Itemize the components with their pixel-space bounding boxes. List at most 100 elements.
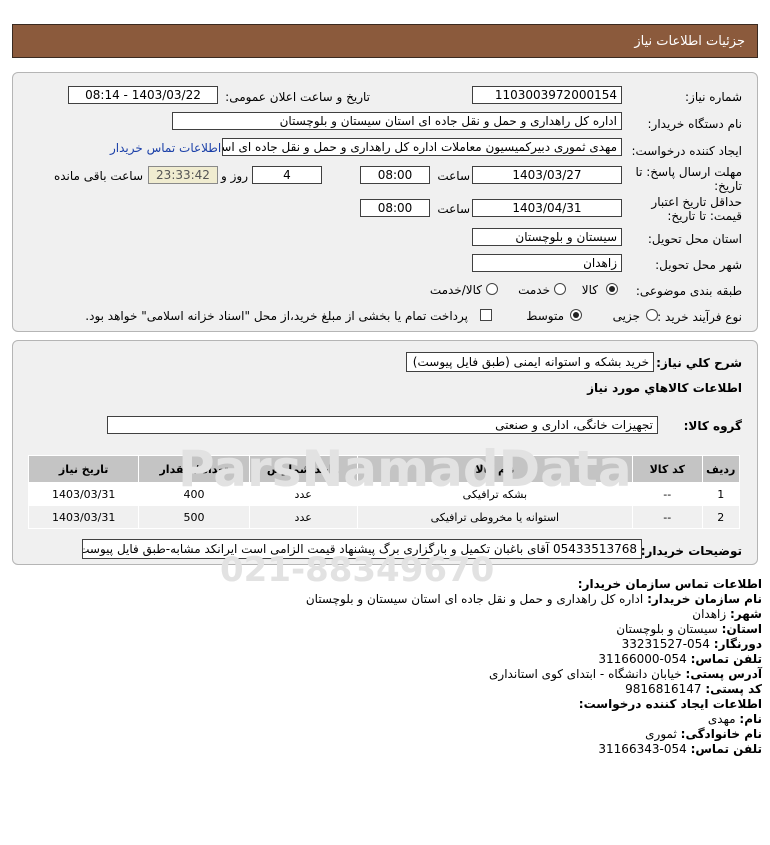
category-goods-radio[interactable] xyxy=(606,283,618,295)
deadline-date-field: 1403/03/27 xyxy=(472,166,622,184)
creator-phone-value: 054-31166343 xyxy=(598,742,687,756)
category-both-radio[interactable] xyxy=(486,283,498,295)
contact-fax: دورنگار: 054-33231527 xyxy=(622,637,762,652)
time-remaining-label: ساعت باقی مانده xyxy=(53,169,143,183)
contact-address-key: آدرس پستی: xyxy=(685,667,762,681)
process-medium-label: متوسط xyxy=(526,309,564,323)
cell-date: 1403/03/31 xyxy=(27,482,140,506)
col-code-header: کد کالا xyxy=(631,455,703,483)
contact-buyer-name-value: اداره کل راهداری و حمل و نقل جاده ای است… xyxy=(305,592,644,606)
contact-title: اطلاعات تماس سازمان خریدار: xyxy=(577,577,762,591)
validity-time-field: 08:00 xyxy=(360,199,430,217)
creator-last-name: نام خانوادگی: ثموری xyxy=(645,727,762,742)
table-row: 2 -- استوانه یا مخروطی ترافیکی عدد 500 1… xyxy=(27,505,741,529)
contact-address: آدرس پستی: خیابان دانشگاه - ابتدای کوی ا… xyxy=(489,667,762,682)
need-details-panel xyxy=(12,340,758,565)
cell-qty: 400 xyxy=(138,482,250,506)
col-row-header: ردیف xyxy=(701,455,741,483)
process-minor-label: جزیی xyxy=(612,309,640,323)
page-header: جزئیات اطلاعات نیاز xyxy=(12,24,758,58)
buyer-org-label: نام دستگاه خریدار: xyxy=(647,117,743,131)
contact-postal-value: 9816816147 xyxy=(625,682,702,696)
contact-postal: کد پستی: 9816816147 xyxy=(625,682,762,697)
cell-qty: 500 xyxy=(138,505,250,529)
col-unit-header: واحد شمارش xyxy=(248,455,358,483)
contact-city-value: زاهدان xyxy=(692,607,727,621)
col-qty-header: تعداد / مقدار xyxy=(138,455,250,483)
category-service-radio[interactable] xyxy=(554,283,566,295)
creator-phone-key: تلفن تماس: xyxy=(690,742,762,756)
validity-time-label: ساعت xyxy=(437,202,470,216)
cell-code: -- xyxy=(631,505,703,529)
contact-fax-key: دورنگار: xyxy=(713,637,762,651)
buyer-contact-link[interactable]: اطلاعات تماس خریدار xyxy=(110,141,221,155)
contact-phone-key: تلفن تماس: xyxy=(690,652,762,666)
creator-first-name-key: نام: xyxy=(739,712,762,726)
treasury-note: پرداخت تمام یا بخشی از مبلغ خرید،از محل … xyxy=(85,309,468,323)
deadline-label-2: تاریخ: xyxy=(714,179,742,193)
col-name-header: نام کالا xyxy=(356,455,633,483)
cell-name: استوانه یا مخروطی ترافیکی xyxy=(356,505,633,529)
buyer-notes-field: 05433513768 آقای باغبان تکمیل و بارگزاری… xyxy=(82,539,642,559)
summary-label: شرح کلي نياز: xyxy=(656,356,742,370)
creator-label: ایجاد کننده درخواست: xyxy=(631,144,742,158)
category-label: طبقه بندی موضوعی: xyxy=(635,284,742,298)
category-goods-label: کالا xyxy=(581,283,598,297)
deadline-time-field: 08:00 xyxy=(360,166,430,184)
goods-table: ردیف کد کالا نام کالا واحد شمارش تعداد /… xyxy=(27,455,741,529)
contact-postal-key: کد پستی: xyxy=(705,682,762,696)
time-remaining-field: 23:33:42 xyxy=(148,166,218,184)
announce-field: 1403/03/22 - 08:14 xyxy=(68,86,218,104)
contact-buyer-name: نام سازمان خریدار: اداره کل راهداری و حم… xyxy=(306,592,762,607)
announce-label: تاریخ و ساعت اعلان عمومی: xyxy=(225,90,370,104)
creator-phone: تلفن تماس: 054-31166343 xyxy=(598,742,762,757)
cell-unit: عدد xyxy=(248,505,358,529)
cell-code: -- xyxy=(631,482,703,506)
city-field: زاهدان xyxy=(472,254,622,272)
buyer-org-field: اداره کل راهداری و حمل و نقل جاده ای است… xyxy=(172,112,622,130)
summary-field: خرید بشکه و استوانه ایمنی (طبق فایل پیوس… xyxy=(406,352,654,372)
contact-province-key: استان: xyxy=(721,622,762,636)
deadline-time-label: ساعت xyxy=(437,169,470,183)
category-both-label: کالا/خدمت xyxy=(429,283,482,297)
goods-title: اطلاعات کالاهاي مورد نياز xyxy=(587,381,742,395)
goods-table-header: ردیف کد کالا نام کالا واحد شمارش تعداد /… xyxy=(27,455,741,483)
table-row: 1 -- بشکه ترافیکی عدد 400 1403/03/31 xyxy=(27,482,741,506)
deadline-label: مهلت ارسال پاسخ: تا xyxy=(635,165,742,179)
contact-city-key: شهر: xyxy=(730,607,762,621)
process-label: نوع فرآیند خرید : xyxy=(657,310,742,324)
creator-first-name: نام: مهدی xyxy=(708,712,762,727)
cell-row: 2 xyxy=(701,505,741,529)
category-service-label: خدمت xyxy=(518,283,550,297)
process-minor-radio[interactable] xyxy=(646,309,658,321)
need-number-label: شماره نیاز: xyxy=(685,90,742,104)
creator-first-name-value: مهدی xyxy=(707,712,736,726)
contact-province: استان: سیستان و بلوچستان xyxy=(616,622,762,637)
process-medium-radio[interactable] xyxy=(570,309,582,321)
cell-name: بشکه ترافیکی xyxy=(356,482,633,506)
contact-buyer-name-key: نام سازمان خریدار: xyxy=(647,592,762,606)
contact-city: شهر: زاهدان xyxy=(692,607,762,622)
days-remaining-field: 4 xyxy=(252,166,322,184)
goods-group-label: گروه کالا: xyxy=(683,419,742,433)
province-label: استان محل تحویل: xyxy=(647,232,742,246)
contact-phone: تلفن تماس: 054-31166000 xyxy=(598,652,762,667)
contact-fax-value: 054-33231527 xyxy=(621,637,710,651)
contact-province-value: سیستان و بلوچستان xyxy=(616,622,718,636)
days-label: روز و xyxy=(221,169,248,183)
validity-label-2: قیمت: تا تاریخ: xyxy=(667,209,742,223)
creator-info-title: اطلاعات ایجاد کننده درخواست: xyxy=(578,697,762,711)
cell-date: 1403/03/31 xyxy=(27,505,140,529)
col-date-header: تاریخ نیاز xyxy=(27,455,140,483)
treasury-checkbox[interactable] xyxy=(480,309,492,321)
goods-group-field: تجهیزات خانگی، اداری و صنعتی xyxy=(107,416,658,434)
contact-phone-value: 054-31166000 xyxy=(598,652,687,666)
creator-field: مهدی ثموری دبیرکمیسیون معاملات اداره کل … xyxy=(222,138,622,156)
validity-date-field: 1403/04/31 xyxy=(472,199,622,217)
creator-last-name-key: نام خانوادگی: xyxy=(680,727,762,741)
buyer-notes-label: توضیحات خریدار: xyxy=(640,544,742,558)
city-label: شهر محل تحویل: xyxy=(655,258,742,272)
cell-row: 1 xyxy=(701,482,741,506)
contact-address-value: خیابان دانشگاه - ابتدای کوی استانداری xyxy=(489,667,682,681)
cell-unit: عدد xyxy=(248,482,358,506)
